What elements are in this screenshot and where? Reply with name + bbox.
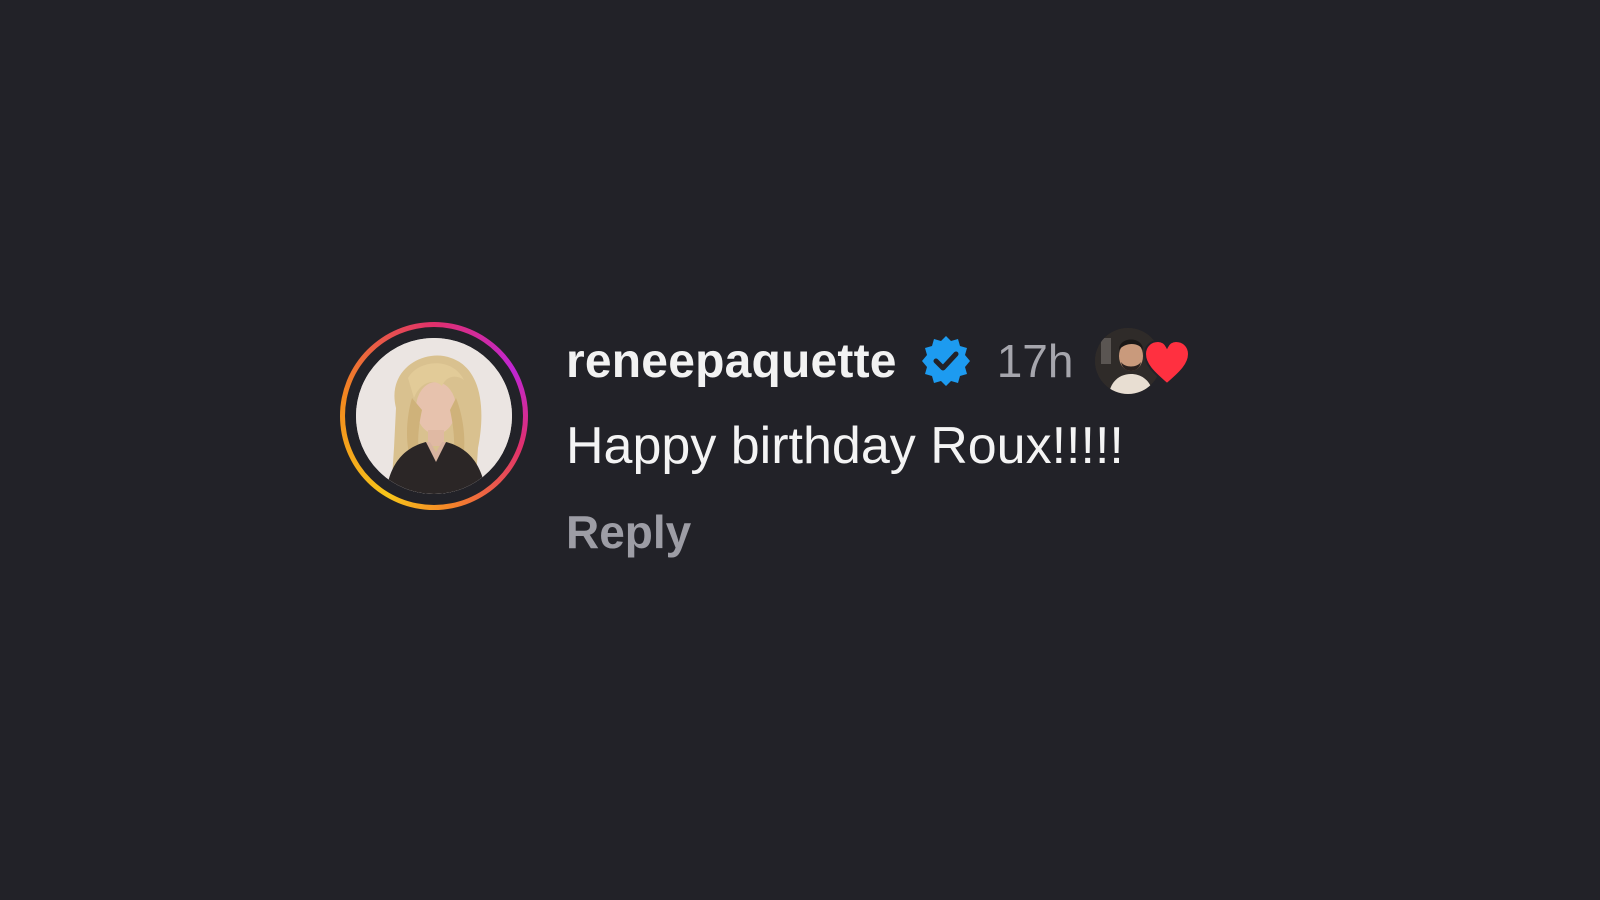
reply-button[interactable]: Reply [566,504,1195,560]
comment-header: reneepaquette 17h [566,326,1195,396]
story-ring[interactable] [340,322,528,510]
comment-text: Happy birthday Roux!!!!! [566,417,1124,475]
heart-icon [1143,339,1191,386]
avatar[interactable] [356,338,512,494]
comment: reneepaquette 17h Happy birthday Roux!!!… [340,322,1195,560]
verified-badge-icon [919,334,973,388]
timestamp: 17h [996,335,1074,387]
creator-like [1095,326,1195,396]
comment-body: reneepaquette 17h Happy birthday Roux!!!… [566,322,1195,560]
username[interactable]: reneepaquette [566,334,897,389]
avatar-image [356,338,512,494]
avatar-gap [345,327,523,505]
comment-view: reneepaquette 17h Happy birthday Roux!!!… [0,0,1600,900]
